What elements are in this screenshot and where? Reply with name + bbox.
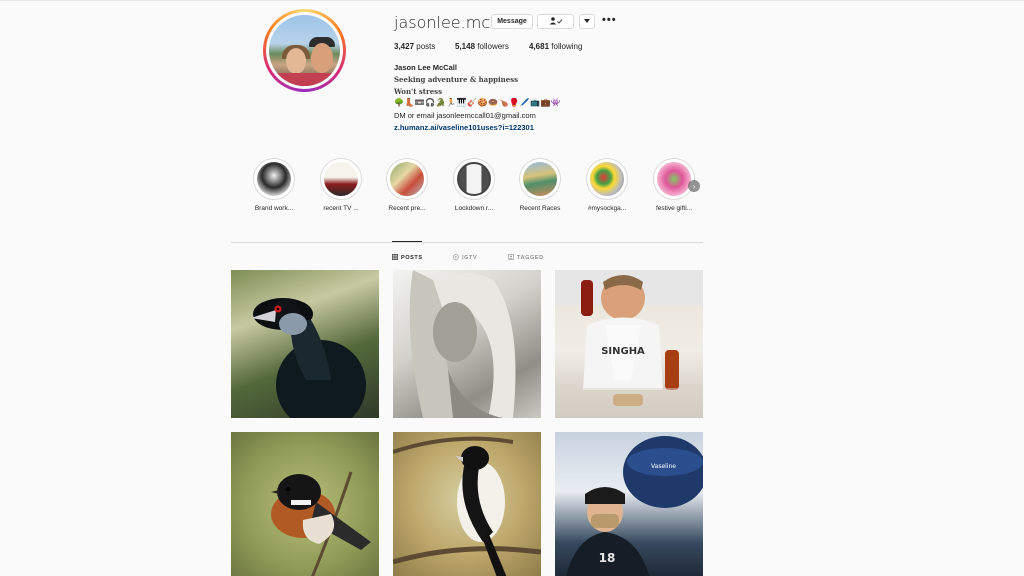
post-thumbnail[interactable] (231, 270, 379, 418)
story-highlight[interactable]: Recent pre... (375, 158, 439, 212)
active-tab-indicator (392, 241, 422, 242)
svg-text:Vaseline: Vaseline (651, 463, 676, 470)
profile-avatar-story-ring[interactable] (263, 9, 346, 92)
chevron-right-icon[interactable]: › (688, 180, 700, 192)
woman-portrait-image (409, 270, 516, 418)
highlight-label: festive gifti... (655, 205, 693, 212)
highlight-label: #mysockga... (587, 205, 627, 212)
story-highlight[interactable]: Recent Races (508, 158, 572, 212)
bio-line: Won't stress (394, 87, 443, 96)
suggested-dropdown-button[interactable] (579, 14, 595, 29)
tagged-icon (508, 254, 515, 262)
story-highlight[interactable]: Lockdown r... (442, 158, 506, 212)
post-thumbnail[interactable] (393, 270, 541, 418)
story-highlight[interactable]: Brand work... (242, 158, 306, 212)
posts-count: 3,427 posts (394, 42, 436, 51)
highlight-label: recent TV ... (323, 205, 359, 212)
crested-bird-image (251, 298, 366, 418)
following-button[interactable] (537, 14, 574, 29)
igtv-icon (453, 254, 459, 262)
bio-line: Seeking adventure & happiness (394, 75, 519, 84)
chevron-down-icon (584, 18, 590, 25)
bio-full-name: Jason Lee McCall (394, 63, 457, 72)
highlight-cover (590, 162, 624, 196)
following-link[interactable]: 4,681 following (529, 42, 582, 51)
grid-icon (392, 254, 399, 262)
post-thumbnail[interactable] (393, 432, 541, 576)
tab-tagged[interactable]: TAGGED (508, 254, 544, 262)
post-thumbnail[interactable]: Vaseline 18 (555, 432, 703, 576)
highlight-cover (324, 162, 358, 196)
vaseline-product-photo-image: Vaseline 18 (566, 436, 703, 576)
man-with-hot-sauce-image: SINGHA (555, 270, 703, 418)
svg-text:SINGHA: SINGHA (601, 346, 645, 357)
tab-label: POSTS (401, 255, 423, 261)
tab-label: IGTV (462, 255, 478, 261)
story-highlight[interactable]: #mysockga... (575, 158, 639, 212)
post-thumbnail[interactable]: SINGHA (555, 270, 703, 418)
stonechat-bird-image (271, 471, 371, 576)
story-highlight[interactable]: recent TV ... (309, 158, 373, 212)
highlight-label: Recent pre... (388, 205, 426, 212)
highlight-cover (390, 162, 424, 196)
svg-text:18: 18 (599, 551, 616, 565)
highlight-cover (523, 162, 557, 196)
message-button[interactable]: Message (491, 14, 533, 29)
highlight-cover (257, 162, 291, 196)
more-options-icon[interactable]: ••• (602, 14, 617, 26)
post-thumbnail[interactable] (231, 432, 379, 576)
followers-link[interactable]: 5,148 followers (455, 42, 509, 51)
tab-posts[interactable]: POSTS (392, 254, 423, 262)
bio-website-link[interactable]: z.humanz.ai/vaseline101uses?i=122301 (394, 123, 534, 133)
person-check-icon (549, 16, 563, 27)
bio-contact: DM or email jasonleemccall01@gmail.com (394, 111, 536, 120)
tab-label: TAGGED (517, 255, 544, 261)
bio-emoji-line: 🌳👢📼🎧🐊🏃🎹🎸🍪🍩🍗🥊🖊️📺💼👾 (394, 98, 562, 107)
tab-igtv[interactable]: IGTV (453, 254, 477, 262)
highlight-label: Lockdown r... (454, 205, 494, 212)
magpie-bird-image (393, 436, 541, 576)
avatar (269, 15, 340, 86)
top-border (0, 0, 1024, 1)
highlight-cover (457, 162, 491, 196)
tabs-divider (231, 242, 703, 243)
highlight-label: Recent Races (519, 205, 561, 212)
highlight-cover (657, 162, 691, 196)
highlight-label: Brand work... (254, 205, 294, 212)
